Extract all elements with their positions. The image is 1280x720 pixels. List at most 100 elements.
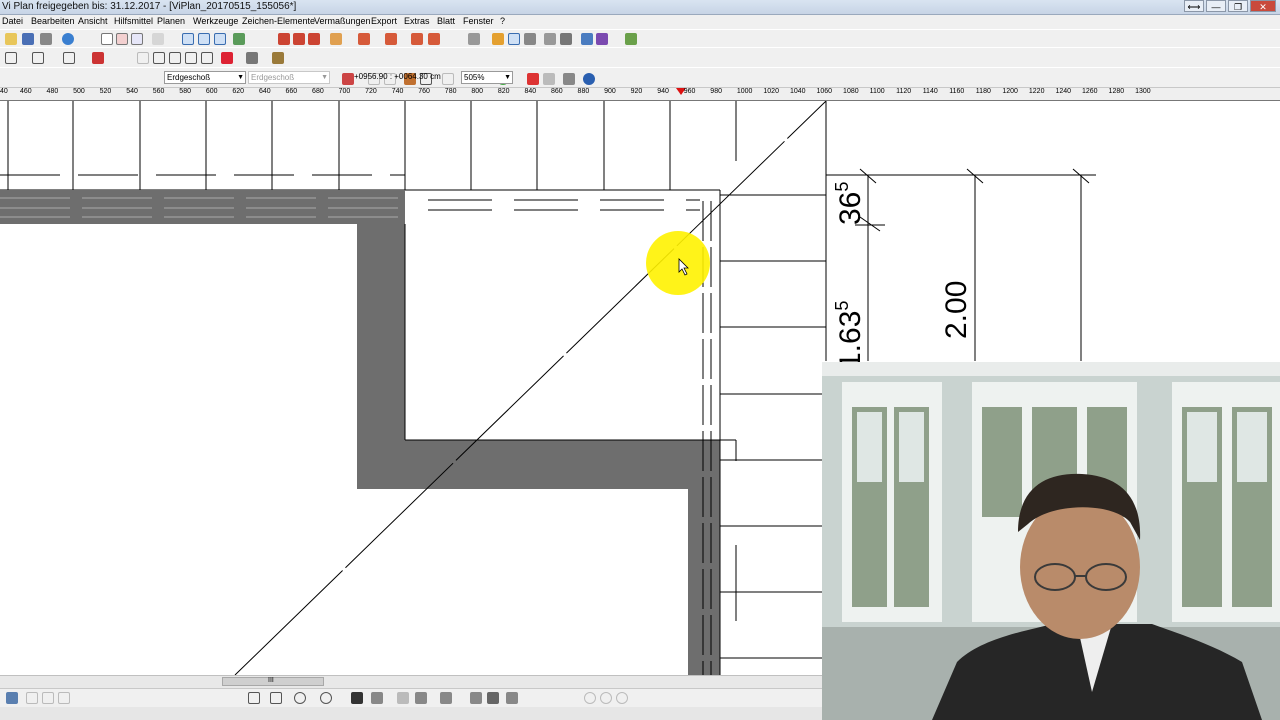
polygon-tool-icon[interactable]	[440, 692, 452, 704]
draw-tool-icon[interactable]	[342, 73, 354, 85]
select-icon[interactable]	[182, 33, 194, 45]
save-icon[interactable]	[22, 33, 34, 45]
rect-fill-icon[interactable]	[487, 692, 499, 704]
zoom-select[interactable]: 505% ▼	[461, 71, 513, 84]
home-icon[interactable]	[5, 52, 17, 64]
zoom-window-icon[interactable]	[116, 33, 128, 45]
red-house-icon[interactable]	[92, 52, 104, 64]
scrollbar-grip: III	[268, 677, 274, 684]
hatch-tool-icon[interactable]	[371, 692, 383, 704]
window-tool-icon[interactable]	[581, 33, 593, 45]
layout-icon[interactable]	[63, 52, 75, 64]
menu-hilfsmittel[interactable]: Hilfsmittel	[114, 16, 153, 26]
restore-split-button[interactable]: ⟷	[1184, 0, 1204, 12]
stamp-icon[interactable]	[272, 52, 284, 64]
euro-icon[interactable]	[583, 73, 595, 85]
ruler-tick-label: 480	[46, 88, 59, 95]
ellipse-tool-icon[interactable]	[320, 692, 332, 704]
move-tool-icon[interactable]	[385, 33, 397, 45]
red-tool-3-icon[interactable]	[308, 33, 320, 45]
text-cursor-icon[interactable]	[524, 33, 536, 45]
menu-export[interactable]: Export	[371, 16, 397, 26]
bottom-tool-1-icon[interactable]	[6, 692, 18, 704]
menu-planen[interactable]: Planen	[157, 16, 185, 26]
arrow-tool-icon[interactable]	[470, 692, 482, 704]
chevron-down-icon: ▼	[237, 74, 244, 81]
menu-zeichen-elemente[interactable]: Zeichen-Elemente	[242, 16, 315, 26]
pan-hand-icon[interactable]	[152, 33, 164, 45]
horizontal-scrollbar[interactable]: III	[0, 675, 822, 688]
red-tool-2-icon[interactable]	[293, 33, 305, 45]
ruler-tick-label: 1180	[975, 88, 991, 95]
disabled-circle-3-icon[interactable]	[616, 692, 628, 704]
info-icon[interactable]	[62, 33, 74, 45]
snap-icon[interactable]	[198, 33, 210, 45]
house-tool-icon[interactable]	[625, 33, 637, 45]
line-tool-icon[interactable]	[270, 692, 282, 704]
paint-icon[interactable]	[492, 33, 504, 45]
wall-tool-icon[interactable]	[508, 33, 520, 45]
maximize-button[interactable]: ❐	[1228, 0, 1248, 12]
disabled-tool-icon[interactable]	[137, 52, 149, 64]
fill-tool-icon[interactable]	[397, 692, 409, 704]
ruler-tick-label: 1080	[843, 88, 859, 95]
menu-werkzeuge[interactable]: Werkzeuge	[193, 16, 238, 26]
r-tool-icon[interactable]	[201, 52, 213, 64]
bottom-tool-2-icon[interactable]	[26, 692, 38, 704]
house-outline-icon[interactable]	[32, 52, 44, 64]
ruler-tick-label: 740	[391, 88, 404, 95]
red-tool-1-icon[interactable]	[278, 33, 290, 45]
menu-datei[interactable]: Datei	[2, 16, 23, 26]
settings-icon[interactable]	[506, 692, 518, 704]
menu-ansicht[interactable]: Ansicht	[78, 16, 108, 26]
arrow-tool-icon[interactable]	[428, 33, 440, 45]
pattern-tool-icon[interactable]	[415, 692, 427, 704]
menu-help[interactable]: ?	[500, 16, 505, 26]
curve-tool-icon[interactable]	[330, 33, 342, 45]
disabled-circle-2-icon[interactable]	[600, 692, 612, 704]
menu-fenster[interactable]: Fenster	[463, 16, 494, 26]
delete-tool-icon[interactable]	[221, 52, 233, 64]
flag-tool-icon[interactable]	[411, 33, 423, 45]
hand-tool-icon[interactable]	[563, 73, 575, 85]
rotate-tool-icon[interactable]	[246, 52, 258, 64]
menu-extras[interactable]: Extras	[404, 16, 430, 26]
bottom-tool-3-icon[interactable]	[42, 692, 54, 704]
ruler-tick-label: 500	[73, 88, 85, 95]
stairs-icon[interactable]	[544, 33, 556, 45]
floor-select[interactable]: Erdgeschoß ▼	[164, 71, 246, 84]
menu-vermassungen[interactable]: Vermaßungen	[314, 16, 371, 26]
menu-blatt[interactable]: Blatt	[437, 16, 455, 26]
cursor-highlight	[646, 231, 710, 295]
page-icon[interactable]	[101, 33, 113, 45]
grid-icon[interactable]	[214, 33, 226, 45]
status-bar	[0, 707, 822, 720]
pen-tool-icon[interactable]	[358, 33, 370, 45]
b-tool-icon[interactable]	[169, 52, 181, 64]
disabled-tool-4-icon[interactable]	[442, 73, 454, 85]
open-folder-icon[interactable]	[5, 33, 17, 45]
measure-icon[interactable]	[233, 33, 245, 45]
roof-icon[interactable]	[560, 33, 572, 45]
text-tool-icon[interactable]	[351, 692, 363, 704]
disabled-circle-1-icon[interactable]	[584, 692, 596, 704]
ruler-tick-label: 460	[20, 88, 32, 95]
floor-select-secondary[interactable]: Erdgeschoß ▼	[248, 71, 330, 84]
print-icon[interactable]	[40, 33, 52, 45]
circle-tool-icon[interactable]	[294, 692, 306, 704]
ruler-tick-label: 1300	[1135, 88, 1151, 95]
zoom-icon[interactable]	[131, 33, 143, 45]
horizontal-ruler[interactable]: 40 460 480 500 520 540 560 580 600 620 640 660 680 70…	[0, 88, 1280, 101]
copy-icon[interactable]	[543, 73, 555, 85]
s-tool-icon[interactable]	[185, 52, 197, 64]
menu-bearbeiten[interactable]: Bearbeiten	[31, 16, 75, 26]
layer-icon[interactable]	[468, 33, 480, 45]
ruler-tick-label: 1020	[763, 88, 779, 95]
minimize-button[interactable]: —	[1206, 0, 1226, 12]
close-button[interactable]: ✕	[1250, 0, 1276, 12]
document-icon[interactable]	[248, 692, 260, 704]
w-tool-icon[interactable]	[153, 52, 165, 64]
cancel-x-icon[interactable]	[527, 73, 539, 85]
door-tool-icon[interactable]	[596, 33, 608, 45]
bottom-tool-4-icon[interactable]	[58, 692, 70, 704]
